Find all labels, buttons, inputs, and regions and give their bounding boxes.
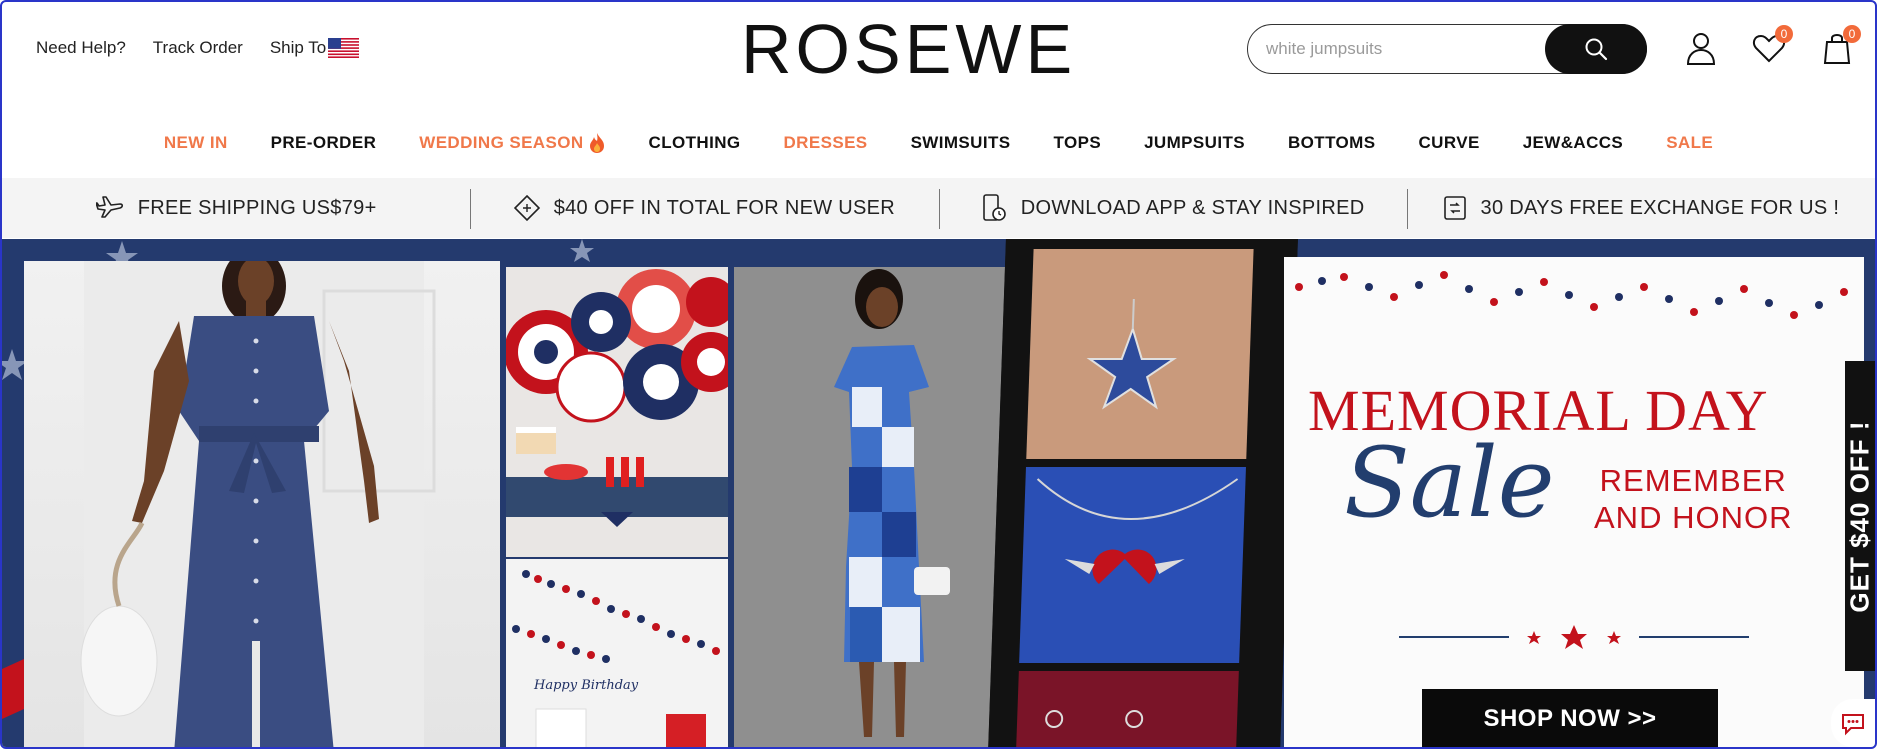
nav-jumpsuits[interactable]: JUMPSUITS bbox=[1144, 132, 1245, 154]
nav-label: CURVE bbox=[1418, 133, 1480, 152]
shop-now-button[interactable]: SHOP NOW >> bbox=[1422, 689, 1718, 747]
promo-free-exchange[interactable]: 30 DAYS FREE EXCHANGE FOR US ! bbox=[1406, 178, 1875, 238]
page: Need Help? Track Order Ship To ROSEWE wh… bbox=[0, 0, 1877, 749]
promo-new-user[interactable]: $40 OFF IN TOTAL FOR NEW USER bbox=[470, 178, 938, 238]
nav-pre-order[interactable]: PRE-ORDER bbox=[271, 132, 377, 154]
jewelry-film-strip[interactable] bbox=[988, 239, 1298, 747]
account-button[interactable] bbox=[1683, 30, 1719, 66]
cart-count-badge: 0 bbox=[1843, 25, 1861, 43]
nav-label: PRE-ORDER bbox=[270, 133, 377, 152]
nav-clothing[interactable]: CLOTHING bbox=[649, 132, 741, 154]
utility-links: Need Help? Track Order Ship To bbox=[36, 38, 360, 58]
track-order-link[interactable]: Track Order bbox=[153, 38, 243, 58]
nav-label: CLOTHING bbox=[648, 133, 741, 152]
chat-icon bbox=[1842, 714, 1864, 736]
wishlist-count-badge: 0 bbox=[1775, 25, 1793, 43]
nav-swimsuits[interactable]: SWIMSUITS bbox=[911, 132, 1011, 154]
nav-sale[interactable]: SALE bbox=[1666, 132, 1713, 154]
nav-label: BOTTOMS bbox=[1287, 133, 1376, 152]
dress-photo[interactable] bbox=[24, 261, 500, 747]
nav-label: SWIMSUITS bbox=[910, 133, 1011, 152]
chat-button[interactable] bbox=[1831, 699, 1875, 747]
star-garland-illustration: Happy Birthday bbox=[506, 559, 728, 747]
nav-label: DRESSES bbox=[783, 133, 868, 152]
ship-to-label: Ship To bbox=[269, 38, 327, 57]
nav-jew-accs[interactable]: JEW&ACCS bbox=[1523, 132, 1624, 154]
search-icon bbox=[1585, 38, 1608, 60]
birthday-text: Happy Birthday bbox=[533, 678, 639, 693]
promo-text: DOWNLOAD APP & STAY INSPIRED bbox=[1020, 196, 1365, 219]
promo-download-app[interactable]: DOWNLOAD APP & STAY INSPIRED bbox=[938, 178, 1407, 238]
star-divider-icon bbox=[1399, 625, 1749, 649]
us-flag-icon bbox=[328, 38, 360, 58]
checkered-dress-photo[interactable] bbox=[734, 267, 1020, 747]
pinwheel-fans-illustration bbox=[506, 267, 728, 557]
checkered-dress-illustration bbox=[734, 267, 1020, 747]
memorial-day-sale-panel: MEMORIAL DAY Sale REMEMBER AND HONOR SHO… bbox=[1284, 257, 1864, 747]
jewelry-illustration bbox=[988, 239, 1298, 747]
search-button[interactable] bbox=[1545, 23, 1647, 74]
nav-label: JEW&ACCS bbox=[1522, 133, 1624, 152]
nav-label: SALE bbox=[1666, 133, 1714, 152]
nav-label: WEDDING SEASON bbox=[419, 133, 584, 152]
nav-new-in[interactable]: NEW IN bbox=[164, 132, 228, 154]
promo-strip: FREE SHIPPING US$79+ $40 OFF IN TOTAL FO… bbox=[2, 178, 1875, 238]
nav-tops[interactable]: TOPS bbox=[1054, 132, 1102, 154]
exchange-icon bbox=[1443, 196, 1466, 220]
phone-icon bbox=[982, 194, 1006, 221]
promo-text: $40 OFF IN TOTAL FOR NEW USER bbox=[553, 196, 896, 219]
rosewe-logo[interactable]: ROSEWE bbox=[741, 14, 1076, 84]
nav-label: NEW IN bbox=[163, 133, 228, 152]
remember-line: REMEMBER bbox=[1599, 463, 1787, 498]
coupon-icon bbox=[513, 195, 540, 221]
promo-text: 30 DAYS FREE EXCHANGE FOR US ! bbox=[1480, 196, 1840, 219]
nav-label: JUMPSUITS bbox=[1144, 133, 1245, 152]
nav-dresses[interactable]: DRESSES bbox=[784, 132, 868, 154]
need-help-link[interactable]: Need Help? bbox=[36, 38, 126, 58]
get-40-off-tab[interactable]: GET $40 OFF ! bbox=[1845, 361, 1875, 671]
hero-banner[interactable]: Happy Birthday MEMORIAL DAY Sale REMEMBE… bbox=[2, 239, 1875, 747]
cart-button[interactable]: 0 bbox=[1819, 25, 1861, 66]
promo-text: FREE SHIPPING US$79+ bbox=[137, 196, 377, 219]
plane-icon bbox=[95, 196, 123, 218]
nav-curve[interactable]: CURVE bbox=[1418, 132, 1479, 154]
promo-free-shipping[interactable]: FREE SHIPPING US$79+ bbox=[2, 178, 470, 238]
wishlist-button[interactable]: 0 bbox=[1751, 25, 1793, 66]
star-bunting-icon bbox=[1295, 271, 1848, 319]
nav-label: TOPS bbox=[1053, 133, 1102, 152]
search-input[interactable] bbox=[1266, 36, 1576, 62]
honor-line: AND HONOR bbox=[1594, 500, 1793, 536]
nav-bottoms[interactable]: BOTTOMS bbox=[1288, 132, 1376, 154]
ship-to-selector[interactable]: Ship To bbox=[269, 38, 360, 58]
user-icon bbox=[1686, 33, 1716, 65]
nav-wedding-season[interactable]: WEDDING SEASON bbox=[419, 132, 605, 154]
remember-and-honor: REMEMBER AND HONOR bbox=[1594, 462, 1792, 536]
fire-icon bbox=[589, 133, 604, 153]
sale-script: Sale bbox=[1344, 427, 1555, 539]
header: Need Help? Track Order Ship To ROSEWE wh… bbox=[2, 2, 1875, 107]
main-nav: NEW IN PRE-ORDER WEDDING SEASON CLOTHING… bbox=[2, 132, 1875, 154]
side-tab-label: GET $40 OFF ! bbox=[1844, 419, 1875, 613]
search-box bbox=[1247, 23, 1647, 74]
star-garland-photo[interactable]: Happy Birthday bbox=[506, 559, 728, 747]
navy-dress-illustration bbox=[80, 261, 436, 747]
party-decor-photo[interactable] bbox=[506, 267, 728, 557]
